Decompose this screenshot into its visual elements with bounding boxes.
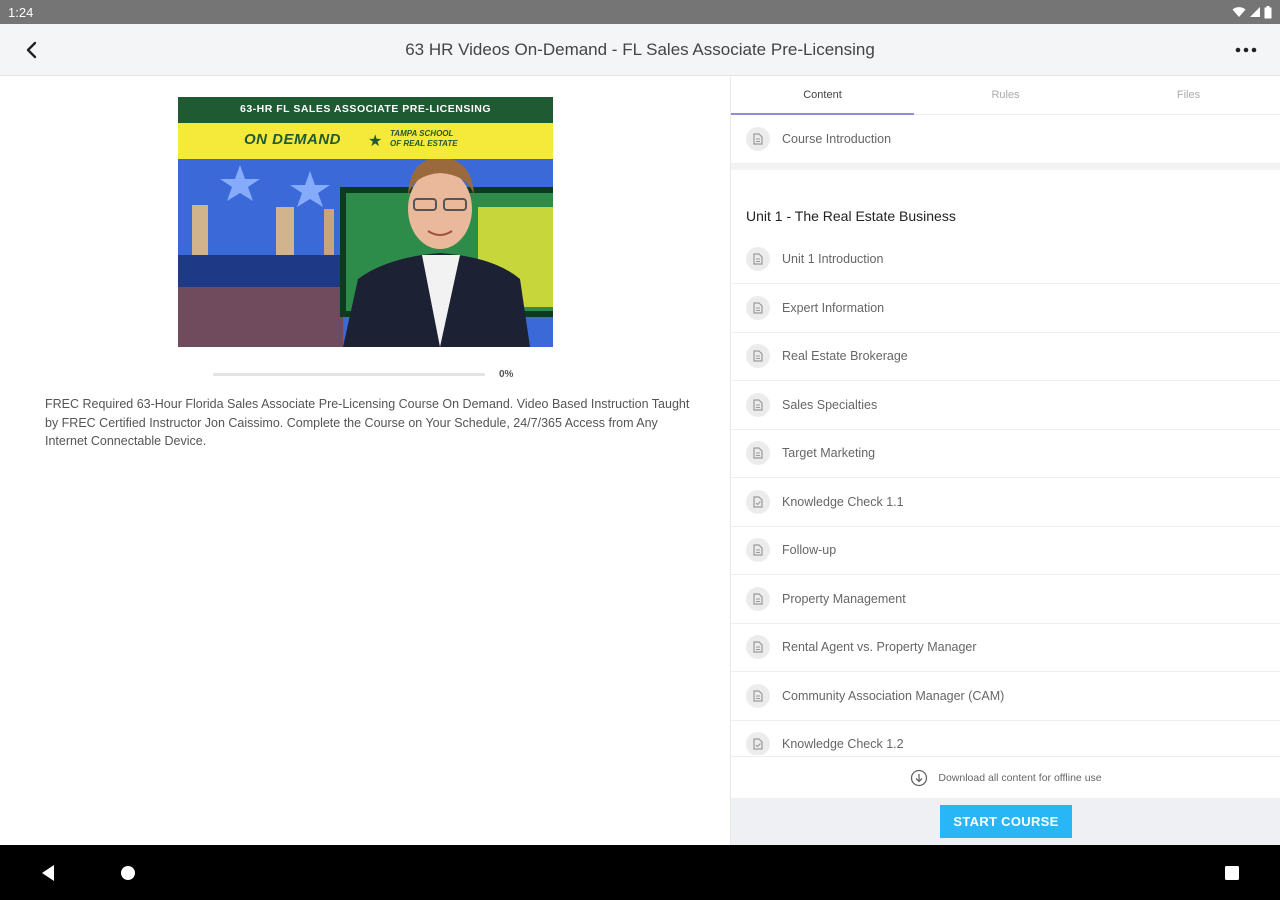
list-item-label: Unit 1 Introduction — [782, 252, 884, 267]
list-item[interactable]: Follow-up — [731, 527, 1280, 575]
list-item-course-introduction[interactable]: Course Introduction — [731, 115, 1280, 164]
school-logo-line1: TAMPA SCHOOL — [390, 129, 454, 138]
list-item[interactable]: Unit 1 Introduction — [731, 236, 1280, 284]
list-item-label: Knowledge Check 1.1 — [782, 494, 904, 509]
unit-header: Unit 1 - The Real Estate Business — [731, 163, 1280, 236]
status-icons — [1232, 5, 1272, 19]
course-detail-pane: 63-HR FL SALES ASSOCIATE PRE-LICENSING O… — [0, 77, 730, 845]
progress-label: 0% — [499, 368, 514, 380]
course-banner-image — [178, 97, 553, 347]
school-logo-line2: OF REAL ESTATE — [390, 139, 458, 148]
list-item-label: Target Marketing — [782, 446, 876, 461]
school-logo: TAMPA SCHOOL OF REAL ESTATE — [390, 129, 458, 149]
banner-on-demand: ON DEMAND — [244, 131, 341, 148]
document-icon — [746, 635, 770, 660]
list-item-label: Community Association Manager (CAM) — [782, 688, 1005, 703]
nav-back-button[interactable] — [36, 861, 60, 885]
more-options-button[interactable] — [1232, 36, 1260, 64]
list-item[interactable]: Expert Information — [731, 284, 1280, 333]
status-time: 1:24 — [8, 4, 34, 20]
download-label: Download all content for offline use — [938, 771, 1102, 784]
document-icon — [746, 683, 770, 708]
document-icon — [746, 586, 770, 611]
document-icon — [746, 344, 770, 369]
download-offline-button[interactable]: Download all content for offline use — [731, 756, 1280, 798]
start-course-button[interactable]: START COURSE — [940, 805, 1072, 838]
nav-home-icon — [121, 866, 135, 880]
document-icon — [746, 441, 770, 466]
list-item[interactable]: Real Estate Brokerage — [731, 333, 1280, 381]
list-item[interactable]: Knowledge Check 1.1 — [731, 478, 1280, 527]
document-icon — [746, 392, 770, 417]
content-tabs: Content Rules Files — [731, 77, 1280, 115]
list-item-label: Rental Agent vs. Property Manager — [782, 640, 977, 655]
status-bar: 1:24 — [0, 0, 1280, 24]
quiz-icon — [746, 732, 770, 755]
document-icon — [746, 295, 770, 320]
tab-files[interactable]: Files — [1097, 77, 1280, 114]
list-item-label: Property Management — [782, 591, 906, 606]
quiz-icon — [746, 489, 770, 514]
back-button[interactable] — [18, 36, 46, 64]
footer-bar: START COURSE — [731, 798, 1280, 845]
list-item-label: Real Estate Brokerage — [782, 349, 908, 364]
tab-rules[interactable]: Rules — [914, 77, 1097, 114]
nav-home-button[interactable] — [116, 861, 140, 885]
tab-content[interactable]: Content — [731, 77, 914, 115]
download-icon — [910, 769, 928, 787]
wifi-icon — [1232, 7, 1246, 17]
signal-icon — [1250, 7, 1260, 17]
nav-recents-icon — [1225, 866, 1239, 880]
document-icon — [746, 126, 770, 151]
list-item[interactable]: Target Marketing — [731, 430, 1280, 478]
unit-items: Unit 1 Introduction Expert Information Rea… — [731, 236, 1280, 755]
progress-track — [213, 372, 485, 376]
page-title: 63 HR Videos On-Demand - FL Sales Associ… — [405, 39, 875, 59]
document-icon — [746, 247, 770, 272]
list-item-label: Sales Specialties — [782, 397, 878, 412]
list-item[interactable]: Sales Specialties — [731, 381, 1280, 430]
course-description: FREC Required 63-Hour Florida Sales Asso… — [45, 397, 690, 448]
document-icon — [746, 538, 770, 563]
list-item-label: Follow-up — [782, 543, 837, 558]
banner-star-icon: ★ — [368, 133, 383, 150]
list-item-label: Expert Information — [782, 300, 885, 315]
more-horizontal-icon — [1235, 47, 1257, 53]
unit-title: Unit 1 - The Real Estate Business — [746, 207, 956, 224]
nav-back-icon — [42, 865, 54, 881]
content-list: Course Introduction Unit 1 - The Real Es… — [731, 115, 1280, 755]
nav-recents-button[interactable] — [1220, 861, 1244, 885]
list-item[interactable]: Rental Agent vs. Property Manager — [731, 624, 1280, 672]
list-item[interactable]: Property Management — [731, 575, 1280, 624]
arrow-back-icon — [26, 41, 37, 59]
course-thumbnail[interactable]: 63-HR FL SALES ASSOCIATE PRE-LICENSING O… — [178, 97, 553, 347]
list-item[interactable]: Knowledge Check 1.2 — [731, 721, 1280, 755]
banner-top-text: 63-HR FL SALES ASSOCIATE PRE-LICENSING — [240, 103, 491, 115]
battery-icon — [1264, 5, 1272, 18]
course-progress: 0% — [213, 368, 519, 380]
list-item[interactable]: Community Association Manager (CAM) — [731, 672, 1280, 721]
list-item-label: Knowledge Check 1.2 — [782, 737, 904, 752]
list-item-label: Course Introduction — [782, 131, 892, 146]
course-content-pane: Content Rules Files Course Introduction … — [730, 77, 1280, 845]
system-nav-bar — [0, 845, 1280, 900]
app-bar: 63 HR Videos On-Demand - FL Sales Associ… — [0, 24, 1280, 76]
